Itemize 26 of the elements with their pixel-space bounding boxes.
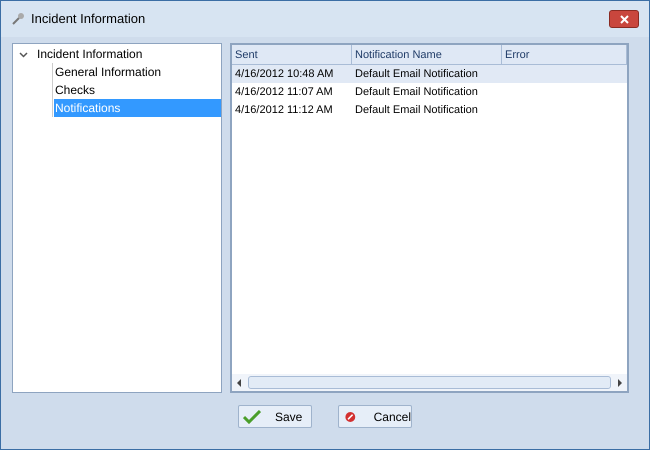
tree-item[interactable]: General Information	[54, 63, 162, 81]
cancel-button[interactable]: Cancel	[338, 405, 412, 428]
close-button[interactable]	[609, 10, 639, 28]
wrench-icon	[11, 12, 25, 26]
table-cell-text: 4/16/2012 11:12 AM	[234, 103, 334, 118]
table-cell-text: 4/16/2012 10:48 AM	[234, 67, 334, 82]
table-cell-text: Default Email Notification	[354, 85, 479, 100]
tree-item[interactable]: Incident Information	[36, 45, 144, 63]
table-cell-text: 4/16/2012 11:07 AM	[234, 85, 334, 100]
horizontal-scrollbar[interactable]	[232, 374, 627, 391]
column-header[interactable]: Sent	[232, 45, 352, 64]
checkmark-icon	[243, 410, 261, 424]
save-button[interactable]: Save	[238, 405, 312, 428]
collapse-chevron-icon[interactable]	[19, 50, 28, 58]
table-row[interactable]: 4/16/2012 10:48 AM Default Email Notification	[232, 65, 627, 83]
tree-item[interactable]: Checks	[54, 81, 96, 99]
table-cell-text: Default Email Notification	[354, 67, 479, 82]
scroll-left-icon[interactable]	[236, 378, 242, 386]
column-header[interactable]: Error	[502, 45, 627, 64]
cancel-icon	[345, 410, 356, 424]
close-icon	[620, 14, 628, 24]
table-cell-text: Default Email Notification	[354, 103, 479, 118]
window-title: Incident Information	[31, 10, 146, 28]
column-header[interactable]: Notification Name	[352, 45, 502, 64]
scroll-right-icon[interactable]	[617, 378, 623, 386]
scrollbar-thumb[interactable]	[248, 376, 611, 389]
